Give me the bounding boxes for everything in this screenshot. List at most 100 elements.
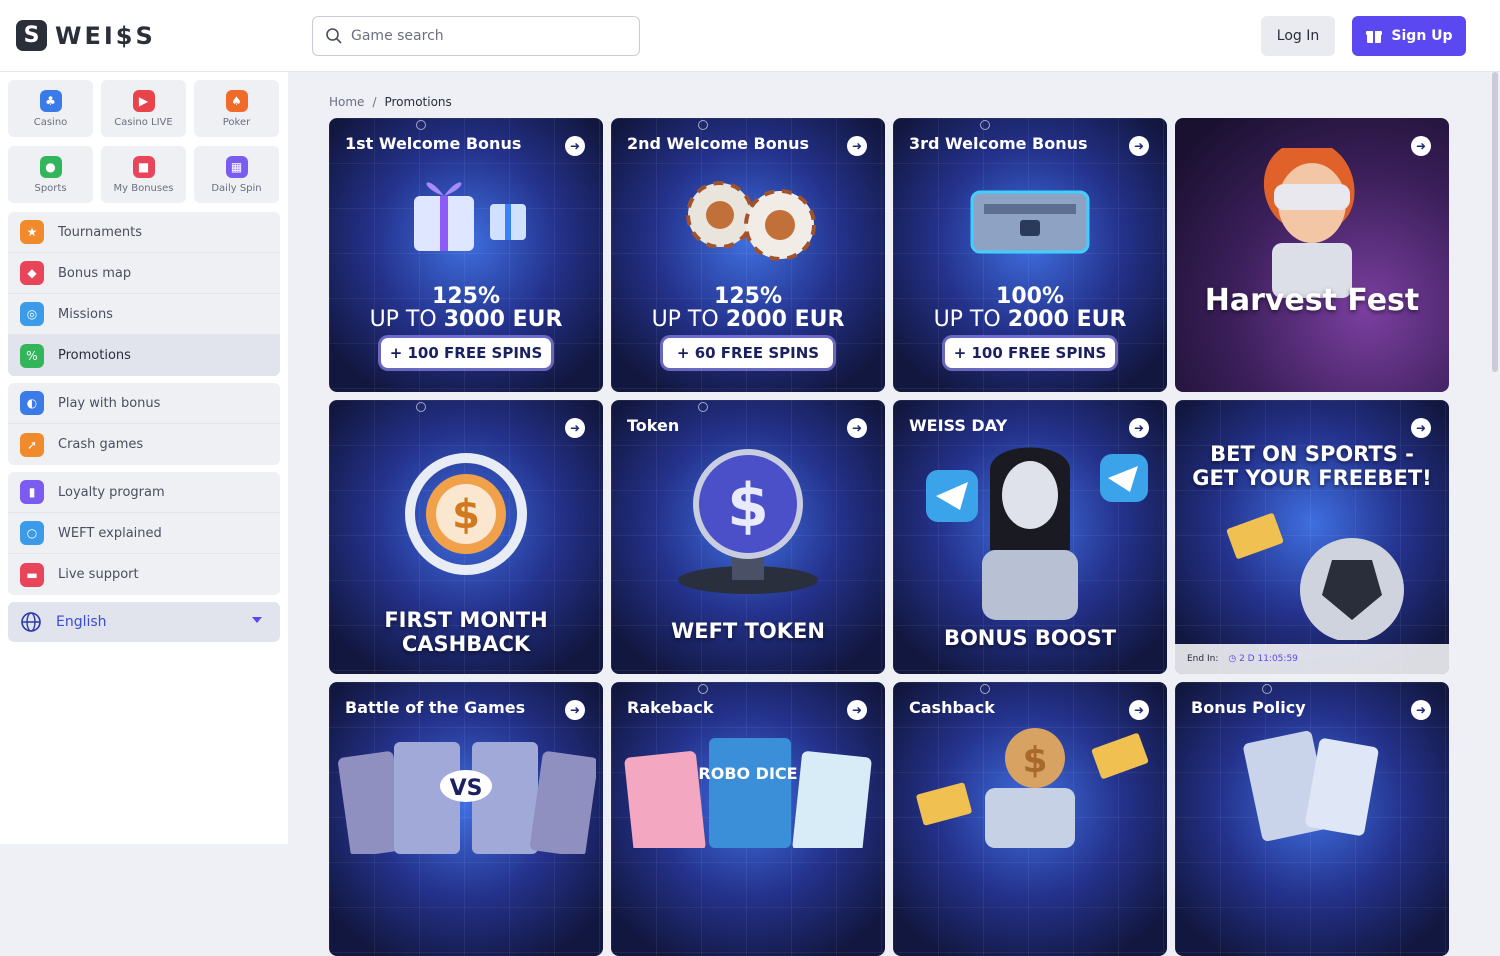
bonus-amount: UP TO 2000 EUR [611, 307, 885, 332]
promo-card-weft-token[interactable]: Token ➜ $ WEFT TOKEN [611, 400, 885, 674]
sidebar-item-label: Play with bonus [58, 395, 161, 411]
language-selector[interactable]: English [8, 602, 280, 642]
card-title: Cashback [909, 698, 995, 717]
sidebar-item-label: Missions [58, 306, 113, 322]
sidebar-item-label: Promotions [58, 348, 131, 363]
card-title: Rakeback [627, 698, 714, 717]
sidebar-item-label: Loyalty program [58, 484, 165, 500]
poker-icon: ♠ [225, 89, 248, 112]
tile-my-bonuses[interactable]: ■ My Bonuses [101, 146, 186, 203]
football-illustration [1226, 513, 1404, 640]
bonus-upto: UP TO [369, 307, 437, 332]
card-decoration [416, 120, 426, 130]
card-title: Token [627, 416, 680, 435]
card-title: Bonus Policy [1191, 698, 1306, 717]
gift-boxes-illustration [414, 182, 526, 251]
bonus-percent: 125% [714, 284, 782, 309]
menu-info: ▮ Loyalty program ○ WEFT explained ▬ Live s… [8, 472, 280, 595]
sidebar-item-weft-explained[interactable]: ○ WEFT explained [8, 513, 280, 554]
arrow-right-icon[interactable]: ➜ [565, 700, 585, 720]
logo-text: WEI$S [55, 21, 156, 50]
arrow-right-icon[interactable]: ➜ [1411, 418, 1431, 438]
arrow-right-icon[interactable]: ➜ [1129, 136, 1149, 156]
arrow-right-icon[interactable]: ➜ [1411, 136, 1431, 156]
promo-card-welcome-1[interactable]: 1st Welcome Bonus ➜ 125% UP TO 3000 EUR … [329, 118, 603, 392]
bonus-percent: 100% [996, 284, 1064, 309]
tile-casino-live[interactable]: ▶ Casino LIVE [101, 80, 186, 137]
arrow-right-icon[interactable]: ➜ [1129, 700, 1149, 720]
sidebar-item-promotions[interactable]: % Promotions [8, 335, 280, 376]
chat-icon: ▬ [20, 562, 44, 587]
sidebar-item-label: Crash games [58, 437, 144, 452]
bonus-amount: UP TO 2000 EUR [893, 307, 1167, 332]
casino-icon: ♣ [39, 89, 62, 112]
promo-card-weiss-day[interactable]: WEISS DAY ➜ BONUS BOOST [893, 400, 1167, 674]
promo-card-cashback-first-month[interactable]: ➜ $ FIRST MONTH CASHBACK [329, 400, 603, 674]
countdown-timer: ◷ 2 D 11:05:59 [1228, 654, 1298, 664]
breadcrumb-home[interactable]: Home [329, 95, 364, 109]
globe-icon [21, 612, 41, 632]
bonus-upto: UP TO [933, 307, 1001, 332]
sidebar-item-tournaments[interactable]: ★ Tournaments [8, 212, 280, 253]
sidebar-item-crash-games[interactable]: ➚ Crash games [8, 424, 280, 465]
card-decoration [1262, 684, 1272, 694]
promo-card-bonus-policy[interactable]: Bonus Policy ➜ [1175, 682, 1449, 956]
sidebar-item-loyalty[interactable]: ▮ Loyalty program [8, 472, 280, 513]
breadcrumb-separator: / [372, 95, 377, 109]
breadcrumb: Home / Promotions [329, 95, 452, 109]
sidebar-item-label: Live support [58, 567, 139, 582]
tile-poker[interactable]: ♠ Poker [194, 80, 279, 137]
sidebar-item-missions[interactable]: ◎ Missions [8, 294, 280, 335]
card-title: 1st Welcome Bonus [345, 134, 522, 153]
card-decoration [416, 402, 426, 412]
login-button[interactable]: Log In [1261, 16, 1335, 56]
sidebar-item-play-with-bonus[interactable]: ◐ Play with bonus [8, 383, 280, 424]
search-box[interactable] [312, 16, 640, 56]
language-label: English [56, 614, 107, 630]
signup-button[interactable]: Sign Up [1352, 16, 1466, 56]
tile-sports[interactable]: ● Sports [8, 146, 93, 203]
promo-card-cashback[interactable]: Cashback ➜ $ [893, 682, 1167, 956]
page-scrollbar[interactable] [1492, 72, 1498, 372]
promo-card-rakeback[interactable]: Rakeback ➜ ROBO DICE [611, 682, 885, 956]
harvest-character-illustration [1263, 148, 1355, 298]
bonus-amount-value: 2000 EUR [725, 307, 845, 332]
signup-label: Sign Up [1391, 28, 1453, 44]
spin-icon: ▦ [225, 155, 248, 178]
tile-label: Poker [222, 116, 251, 128]
search-icon [326, 28, 342, 44]
arrow-right-icon[interactable]: ➜ [565, 136, 585, 156]
sidebar-item-live-support[interactable]: ▬ Live support [8, 554, 280, 595]
bonus-amount-value: 3000 EUR [443, 307, 563, 332]
search-input[interactable] [351, 28, 631, 44]
promo-card-welcome-2[interactable]: 2nd Welcome Bonus ➜ 125% UP TO 2000 EUR … [611, 118, 885, 392]
promo-card-harvest-fest[interactable]: ➜ Harvest Fest [1175, 118, 1449, 392]
card-decoration [698, 402, 708, 412]
promo-card-sports-freebet[interactable]: ➜ BET ON SPORTS - GET YOUR FREEBET! End … [1175, 400, 1449, 674]
promo-card-welcome-3[interactable]: 3rd Welcome Bonus ➜ 100% UP TO 2000 EUR … [893, 118, 1167, 392]
arrow-right-icon[interactable]: ➜ [847, 418, 867, 438]
promo-card-battle-of-games[interactable]: Battle of the Games ➜ VS [329, 682, 603, 956]
clock-icon: ◷ [1228, 654, 1237, 664]
countdown-label: End In: [1187, 654, 1219, 664]
tile-label: Casino LIVE [114, 116, 173, 128]
documents-illustration [1243, 730, 1379, 842]
target-icon: ◎ [20, 302, 44, 326]
arrow-right-icon[interactable]: ➜ [565, 418, 585, 438]
arrow-right-icon[interactable]: ➜ [847, 136, 867, 156]
tile-casino[interactable]: ♣ Casino [8, 80, 93, 137]
sidebar-item-bonus-map[interactable]: ◆ Bonus map [8, 253, 280, 294]
token-illustration: $ [678, 449, 818, 594]
promo-headline: Harvest Fest [1204, 283, 1420, 318]
gift-icon [1366, 31, 1383, 43]
sports-icon: ● [39, 155, 62, 178]
arrow-right-icon[interactable]: ➜ [847, 700, 867, 720]
logo[interactable]: S WEI$S [16, 20, 156, 51]
tile-daily-spin[interactable]: ▦ Daily Spin [194, 146, 279, 203]
arrow-right-icon[interactable]: ➜ [1129, 418, 1149, 438]
tile-label: My Bonuses [113, 182, 174, 194]
vs-badge: VS [449, 776, 483, 801]
coin-icon: ○ [20, 521, 44, 545]
arrow-right-icon[interactable]: ➜ [1411, 700, 1431, 720]
card-title: Battle of the Games [345, 698, 526, 717]
